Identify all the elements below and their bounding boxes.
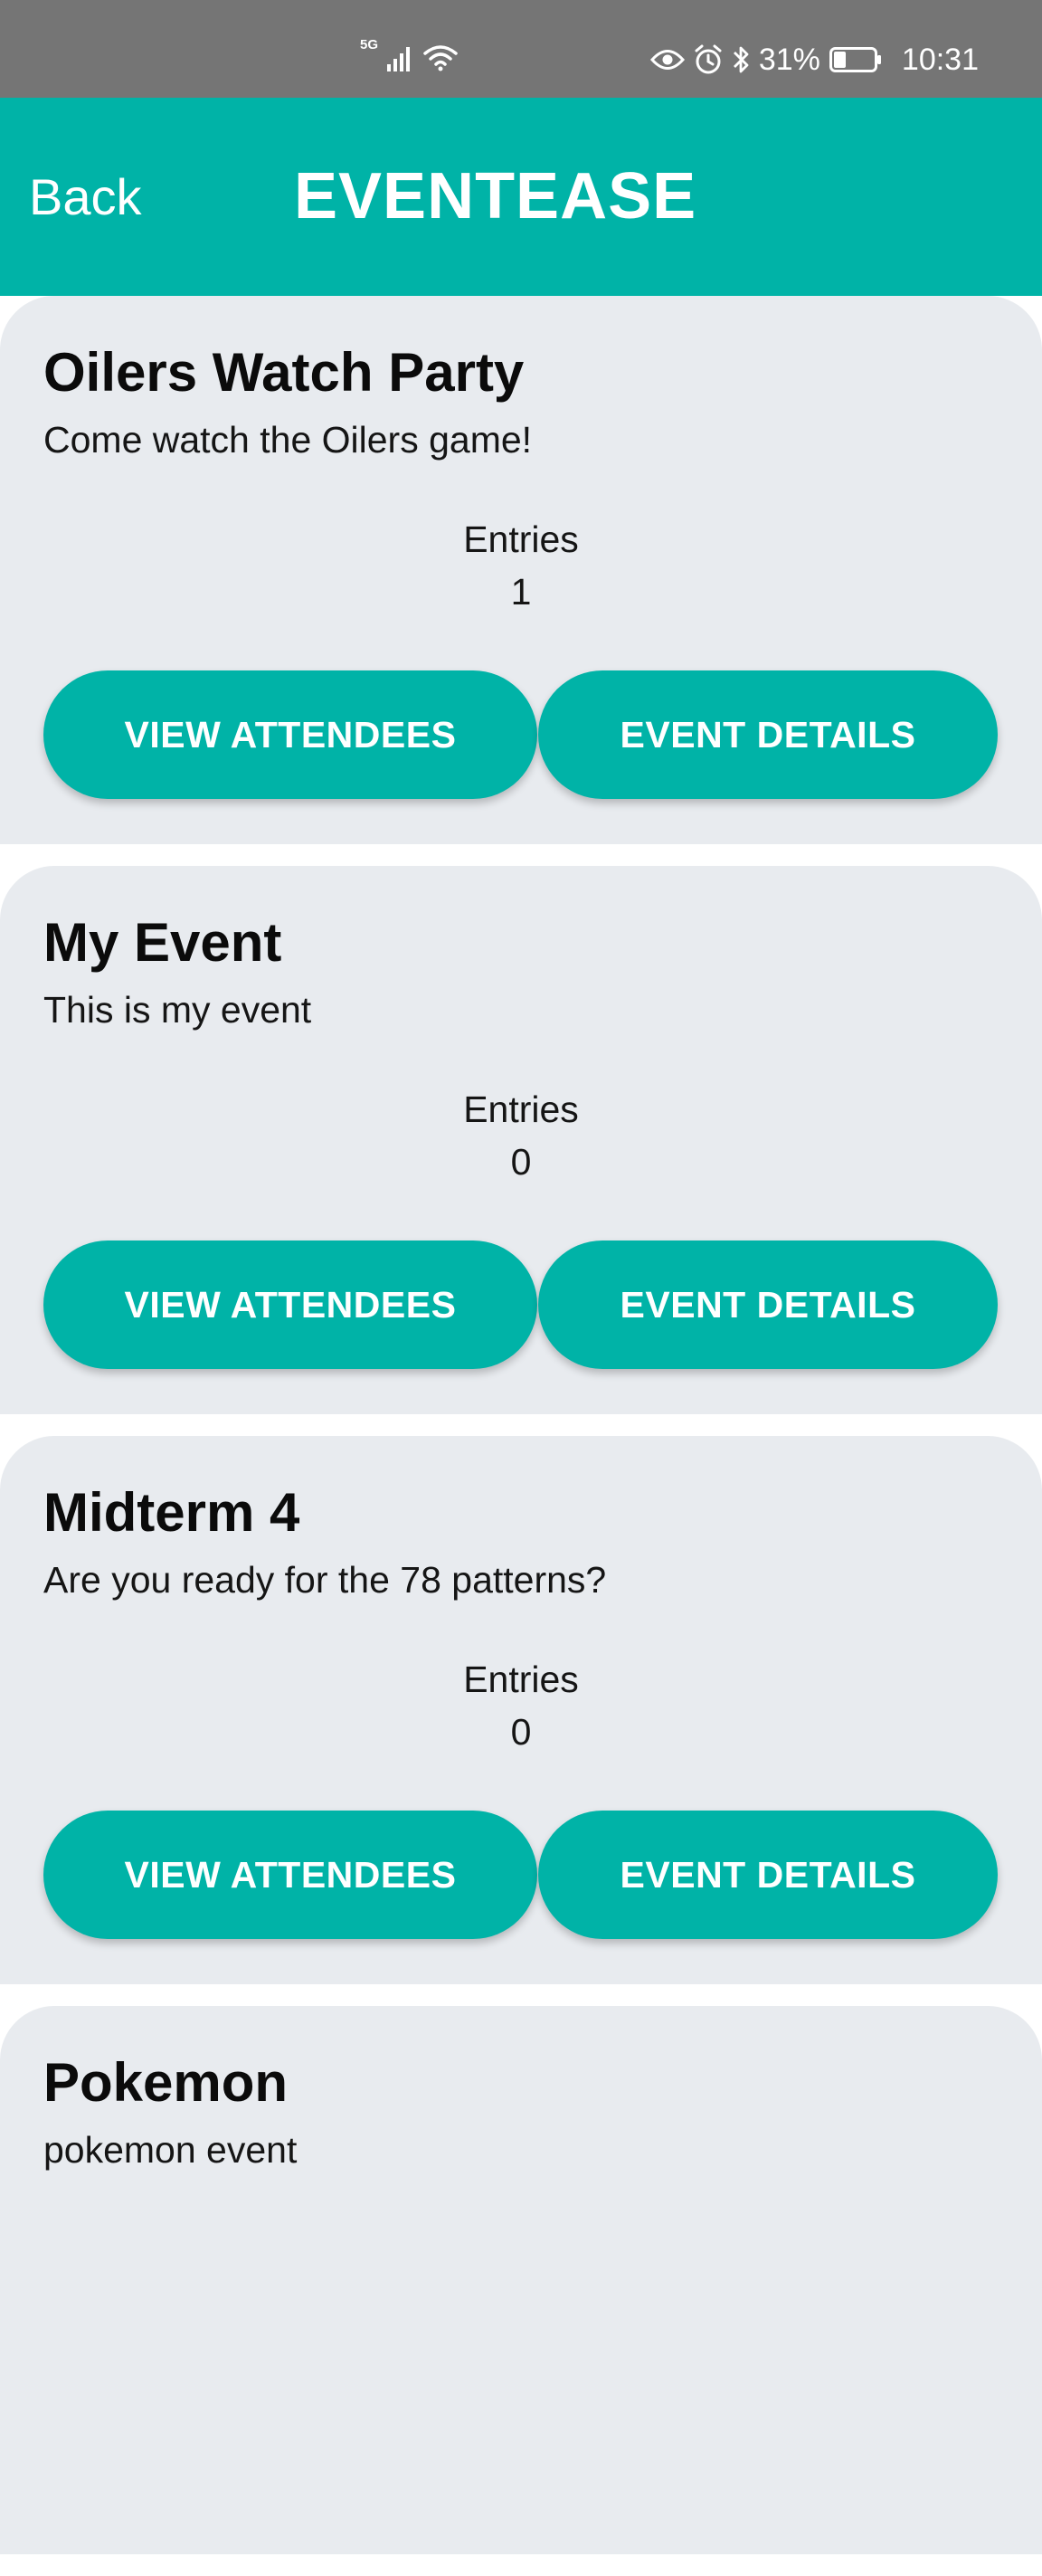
event-title: Oilers Watch Party [43, 342, 525, 403]
network-indicator: 5G [360, 38, 458, 71]
signal-icon [387, 47, 411, 71]
event-title: Pokemon [43, 2052, 289, 2113]
app-title: EVENTEASE [294, 160, 697, 233]
event-details-button[interactable]: EVENT DETAILS [538, 670, 998, 799]
entries-label: Entries [463, 518, 579, 560]
event-card: My Event This is my event Entries 0 VIEW… [0, 866, 1042, 1414]
battery-percent: 31% [758, 43, 820, 77]
event-card: Midterm 4 Are you ready for the 78 patte… [0, 1436, 1042, 1984]
view-attendees-button[interactable]: VIEW ATTENDEES [43, 1811, 537, 1939]
app-bar: Back EVENTEASE [0, 98, 1042, 296]
view-attendees-button[interactable]: VIEW ATTENDEES [43, 1240, 537, 1369]
battery-icon [829, 47, 881, 72]
entries-label: Entries [463, 1088, 579, 1130]
event-details-button[interactable]: EVENT DETAILS [538, 1811, 998, 1939]
wifi-icon [423, 45, 458, 71]
battery-fill [833, 52, 846, 68]
entries-label: Entries [463, 1659, 579, 1700]
clock-time: 10:31 [901, 43, 979, 77]
entries-count: 0 [510, 1711, 532, 1753]
event-description: Come watch the Oilers game! [43, 419, 533, 461]
view-attendees-button[interactable]: VIEW ATTENDEES [43, 670, 537, 799]
status-bar: 5G 31% 10:31 [0, 0, 1042, 98]
status-icons: 31% 10:31 [649, 40, 979, 80]
alarm-icon [695, 44, 722, 74]
event-details-button[interactable]: EVENT DETAILS [538, 1240, 998, 1369]
back-button[interactable]: Back [29, 98, 142, 296]
event-card: Pokemon pokemon event [0, 2006, 1042, 2554]
network-label: 5G [360, 37, 379, 52]
event-title: Midterm 4 [43, 1482, 300, 1543]
entries-count: 1 [510, 571, 532, 613]
entries-count: 0 [510, 1141, 532, 1183]
event-card: Oilers Watch Party Come watch the Oilers… [0, 296, 1042, 844]
event-description: pokemon event [43, 2129, 298, 2171]
event-title: My Event [43, 912, 282, 973]
event-list[interactable]: Oilers Watch Party Come watch the Oilers… [0, 296, 1042, 2576]
event-description: This is my event [43, 989, 312, 1031]
event-description: Are you ready for the 78 patterns? [43, 1559, 607, 1601]
eye-icon [649, 50, 685, 70]
bluetooth-icon [733, 46, 749, 73]
